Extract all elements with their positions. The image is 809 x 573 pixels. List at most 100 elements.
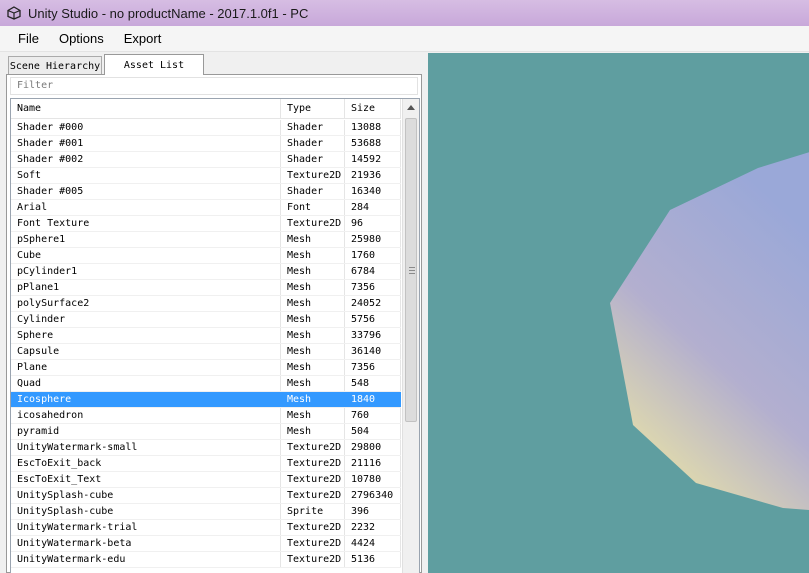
asset-size-cell: 548 (345, 376, 401, 391)
asset-type-cell: Font (281, 200, 345, 215)
asset-name-cell: Capsule (11, 344, 281, 359)
asset-type-cell: Shader (281, 184, 345, 199)
asset-size-cell: 14592 (345, 152, 401, 167)
asset-name-cell: Font Texture (11, 216, 281, 231)
mesh-preview-icon (610, 152, 809, 510)
asset-size-cell: 6784 (345, 264, 401, 279)
table-row[interactable]: Shader #001 Shader 53688 (11, 136, 401, 152)
asset-type-cell: Sprite (281, 504, 345, 519)
asset-size-cell: 7356 (345, 280, 401, 295)
title-bar[interactable]: Unity Studio - no productName - 2017.1.0… (0, 0, 809, 26)
table-row[interactable]: pSphere1 Mesh 25980 (11, 232, 401, 248)
asset-name-cell: Shader #000 (11, 120, 281, 135)
asset-name-cell: pCylinder1 (11, 264, 281, 279)
table-row[interactable]: pPlane1 Mesh 7356 (11, 280, 401, 296)
tab-scene-hierarchy[interactable]: Scene Hierarchy (8, 56, 102, 75)
asset-name-cell: Shader #002 (11, 152, 281, 167)
asset-size-cell: 5756 (345, 312, 401, 327)
vertical-scrollbar[interactable] (402, 99, 419, 573)
table-row[interactable]: pyramid Mesh 504 (11, 424, 401, 440)
filter-input[interactable]: Filter (10, 77, 418, 95)
asset-name-cell: Cylinder (11, 312, 281, 327)
table-row[interactable]: UnitySplash-cube Sprite 396 (11, 504, 401, 520)
table-row[interactable]: Soft Texture2D 21936 (11, 168, 401, 184)
asset-name-cell: UnitySplash-cube (11, 504, 281, 519)
table-row[interactable]: EscToExit_back Texture2D 21116 (11, 456, 401, 472)
asset-list-view: Name Type Size Shader #000 Shader 13088 Sha… (10, 98, 420, 573)
asset-type-cell: Mesh (281, 232, 345, 247)
asset-name-cell: Shader #001 (11, 136, 281, 151)
asset-name-cell: pPlane1 (11, 280, 281, 295)
asset-size-cell: 36140 (345, 344, 401, 359)
unity-logo-icon (7, 6, 21, 20)
column-header-name[interactable]: Name (11, 99, 281, 118)
asset-type-cell: Mesh (281, 344, 345, 359)
table-row[interactable]: polySurface2 Mesh 24052 (11, 296, 401, 312)
tab-asset-list[interactable]: Asset List (104, 54, 204, 75)
table-row[interactable]: pCylinder1 Mesh 6784 (11, 264, 401, 280)
table-row[interactable]: Quad Mesh 548 (11, 376, 401, 392)
asset-name-cell: UnitySplash-cube (11, 488, 281, 503)
preview-viewport[interactable] (428, 53, 809, 573)
asset-size-cell: 1840 (345, 392, 401, 407)
scroll-thumb[interactable] (405, 118, 417, 422)
asset-name-cell: polySurface2 (11, 296, 281, 311)
table-row[interactable]: UnityWatermark-edu Texture2D 5136 (11, 552, 401, 568)
table-row[interactable]: UnityWatermark-small Texture2D 29800 (11, 440, 401, 456)
asset-name-cell: UnityWatermark-small (11, 440, 281, 455)
menu-options[interactable]: Options (49, 31, 114, 46)
asset-size-cell: 13088 (345, 120, 401, 135)
asset-size-cell: 760 (345, 408, 401, 423)
asset-type-cell: Shader (281, 120, 345, 135)
table-row[interactable]: Capsule Mesh 36140 (11, 344, 401, 360)
table-row[interactable]: Cube Mesh 1760 (11, 248, 401, 264)
asset-name-cell: UnityWatermark-edu (11, 552, 281, 567)
table-row[interactable]: UnityWatermark-trial Texture2D 2232 (11, 520, 401, 536)
asset-size-cell: 10780 (345, 472, 401, 487)
scroll-grip-icon (409, 267, 415, 274)
asset-size-cell: 1760 (345, 248, 401, 263)
list-header: Name Type Size (11, 99, 401, 119)
column-header-size[interactable]: Size (345, 99, 401, 118)
asset-name-cell: Quad (11, 376, 281, 391)
asset-type-cell: Texture2D (281, 552, 345, 567)
table-row[interactable]: Icosphere Mesh 1840 (11, 392, 401, 408)
asset-type-cell: Mesh (281, 408, 345, 423)
scroll-up-arrow-icon[interactable] (403, 99, 419, 116)
asset-size-cell: 96 (345, 216, 401, 231)
tab-strip: Scene Hierarchy Asset List (6, 53, 422, 75)
asset-type-cell: Mesh (281, 360, 345, 375)
table-row[interactable]: Arial Font 284 (11, 200, 401, 216)
asset-list-panel: Filter Name Type Size Shader #000 Shader 1… (6, 74, 422, 573)
menu-export[interactable]: Export (114, 31, 172, 46)
asset-size-cell: 5136 (345, 552, 401, 567)
table-row[interactable]: Plane Mesh 7356 (11, 360, 401, 376)
asset-type-cell: Texture2D (281, 536, 345, 551)
asset-type-cell: Shader (281, 152, 345, 167)
table-row[interactable]: Sphere Mesh 33796 (11, 328, 401, 344)
menu-file[interactable]: File (8, 31, 49, 46)
asset-name-cell: EscToExit_Text (11, 472, 281, 487)
asset-type-cell: Mesh (281, 280, 345, 295)
table-row[interactable]: Cylinder Mesh 5756 (11, 312, 401, 328)
column-header-type[interactable]: Type (281, 99, 345, 118)
table-row[interactable]: EscToExit_Text Texture2D 10780 (11, 472, 401, 488)
table-row[interactable]: UnitySplash-cube Texture2D 2796340 (11, 488, 401, 504)
asset-type-cell: Mesh (281, 248, 345, 263)
asset-size-cell: 504 (345, 424, 401, 439)
asset-size-cell: 16340 (345, 184, 401, 199)
asset-size-cell: 25980 (345, 232, 401, 247)
asset-size-cell: 21116 (345, 456, 401, 471)
table-row[interactable]: UnityWatermark-beta Texture2D 4424 (11, 536, 401, 552)
table-row[interactable]: Shader #000 Shader 13088 (11, 120, 401, 136)
table-row[interactable]: Font Texture Texture2D 96 (11, 216, 401, 232)
table-row[interactable]: Shader #002 Shader 14592 (11, 152, 401, 168)
left-panel: Scene Hierarchy Asset List Filter Name T… (3, 53, 425, 573)
asset-size-cell: 396 (345, 504, 401, 519)
asset-type-cell: Texture2D (281, 456, 345, 471)
table-row[interactable]: Shader #005 Shader 16340 (11, 184, 401, 200)
asset-type-cell: Mesh (281, 376, 345, 391)
asset-type-cell: Texture2D (281, 520, 345, 535)
asset-rows: Shader #000 Shader 13088 Shader #001 Shader 5… (11, 120, 401, 568)
table-row[interactable]: icosahedron Mesh 760 (11, 408, 401, 424)
